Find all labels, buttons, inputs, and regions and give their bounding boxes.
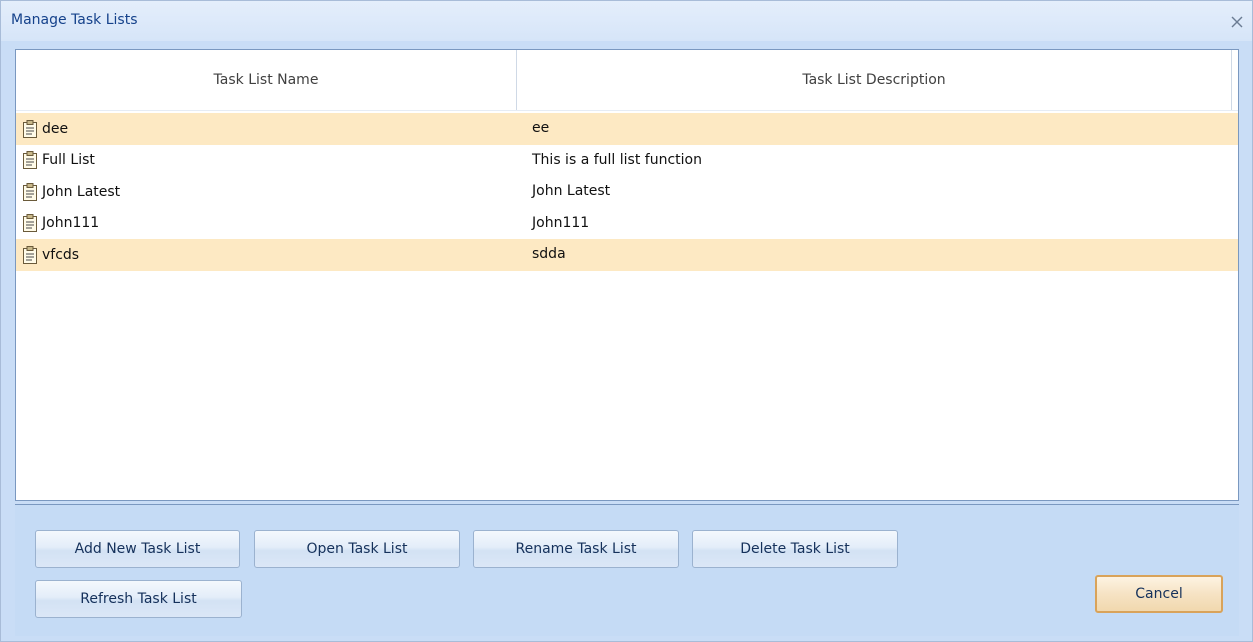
table-body: dee ee Full List This is a full list functi… <box>16 113 1238 271</box>
table-row[interactable]: Full List This is a full list function <box>16 145 1238 177</box>
table-row[interactable]: John Latest John Latest <box>16 176 1238 208</box>
task-list-description-cell: John111 <box>532 214 590 231</box>
task-list-description-cell: John Latest <box>532 183 611 199</box>
column-header-task-list-name[interactable]: Task List Name <box>16 50 517 110</box>
task-list-icon <box>22 245 38 264</box>
delete-task-list-button[interactable]: Delete Task List <box>692 530 898 568</box>
add-new-task-list-button[interactable]: Add New Task List <box>35 530 240 568</box>
open-task-list-button[interactable]: Open Task List <box>254 530 460 568</box>
task-list-name-cell: vfcds <box>22 239 79 271</box>
cancel-button[interactable]: Cancel <box>1095 575 1223 613</box>
task-list-name-cell: John Latest <box>22 176 120 208</box>
task-list-table: Task List Name Task List Description dee… <box>15 49 1239 501</box>
task-list-icon <box>22 182 38 201</box>
task-list-icon <box>22 151 38 170</box>
close-icon <box>1231 16 1243 28</box>
task-list-icon <box>22 119 38 138</box>
task-list-name: John Latest <box>42 183 121 200</box>
table-row[interactable]: John111 John111 <box>16 208 1238 240</box>
task-list-description-cell: This is a full list function <box>532 151 702 168</box>
rename-task-list-button[interactable]: Rename Task List <box>473 530 679 568</box>
task-list-icon <box>22 214 38 233</box>
button-panel: Add New Task List Open Task List Rename … <box>15 504 1239 636</box>
table-row[interactable]: vfcds sdda <box>16 239 1238 271</box>
manage-task-lists-dialog: Manage Task Lists Task List Name Task Li… <box>0 0 1253 642</box>
task-list-name: vfcds <box>42 246 80 263</box>
close-button[interactable] <box>1228 13 1246 31</box>
dialog-title: Manage Task Lists <box>11 12 138 28</box>
task-list-name: Full List <box>42 152 95 169</box>
task-list-name-cell: Full List <box>22 145 95 177</box>
table-row[interactable]: dee ee <box>16 113 1238 145</box>
task-list-name-cell: dee <box>22 113 68 145</box>
task-list-name: dee <box>42 120 69 137</box>
refresh-task-list-button[interactable]: Refresh Task List <box>35 580 242 618</box>
task-list-description-cell: sdda <box>532 246 566 262</box>
task-list-name-cell: John111 <box>22 208 99 240</box>
table-header: Task List Name Task List Description <box>16 50 1238 111</box>
title-bar[interactable]: Manage Task Lists <box>1 1 1252 41</box>
task-list-name: John111 <box>42 215 100 232</box>
column-header-task-list-description[interactable]: Task List Description <box>517 50 1232 110</box>
task-list-description-cell: ee <box>532 120 550 136</box>
